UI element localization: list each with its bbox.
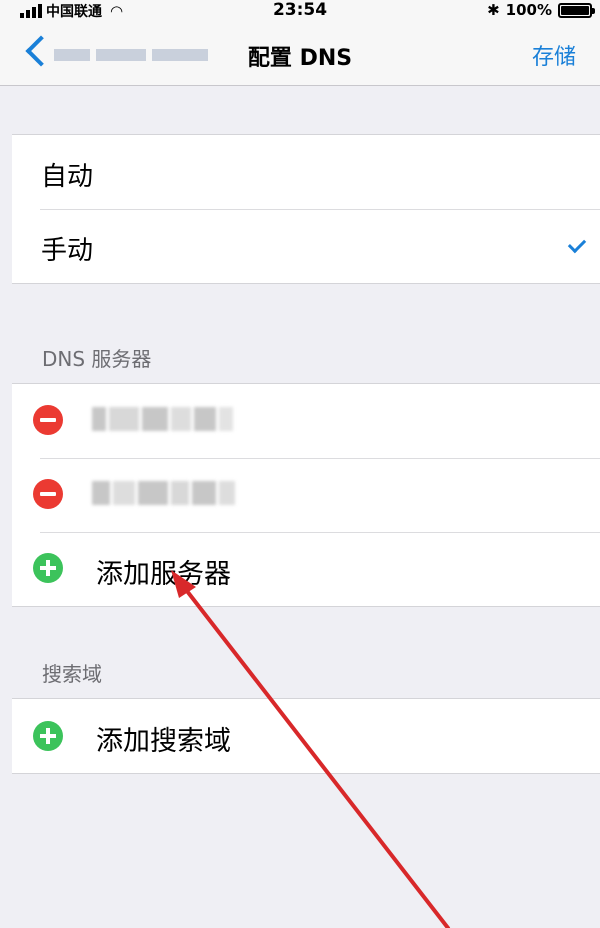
add-search-domain-label[interactable]: 添加搜索域 xyxy=(96,719,231,758)
delete-circle-icon[interactable] xyxy=(33,479,63,509)
battery-fill xyxy=(561,5,589,15)
option-label: 自动 xyxy=(41,162,94,192)
delete-circle-icon[interactable] xyxy=(33,405,63,435)
dns-server-row[interactable] xyxy=(12,384,600,458)
add-server-row[interactable]: 添加服务器 xyxy=(12,532,600,606)
battery-percent: 100% xyxy=(505,1,552,19)
config-option-manual[interactable]: 手动 xyxy=(12,209,600,283)
add-circle-icon[interactable] xyxy=(33,721,63,751)
dns-server-address-blurred xyxy=(92,402,242,436)
dns-servers-section: 添加服务器 xyxy=(12,383,600,607)
battery-icon xyxy=(558,2,595,18)
add-circle-icon[interactable] xyxy=(33,553,63,583)
add-server-label[interactable]: 添加服务器 xyxy=(96,552,231,591)
config-option-auto[interactable]: 自动 xyxy=(12,135,600,209)
config-mode-section: 自动 手动 xyxy=(12,134,600,284)
add-search-domain-row[interactable]: 添加搜索域 xyxy=(12,699,600,773)
dns-server-address-blurred xyxy=(92,476,242,510)
bluetooth-icon: ✱ xyxy=(487,1,500,19)
dns-servers-header: DNS 服务器 xyxy=(42,347,152,371)
status-bar: 中国联通 ◠ 23:54 ✱ 100% xyxy=(0,0,600,24)
dns-server-row[interactable] xyxy=(12,458,600,532)
search-domains-section: 添加搜索域 xyxy=(12,698,600,774)
search-domains-header: 搜索域 xyxy=(42,662,102,686)
nav-bar: 配置 DNS 存储 xyxy=(0,24,600,86)
page-title: 配置 DNS xyxy=(247,46,353,71)
checkmark-icon xyxy=(567,234,587,254)
option-label: 手动 xyxy=(41,236,94,266)
status-right: ✱ 100% xyxy=(487,1,595,19)
save-button[interactable]: 存储 xyxy=(532,39,576,71)
